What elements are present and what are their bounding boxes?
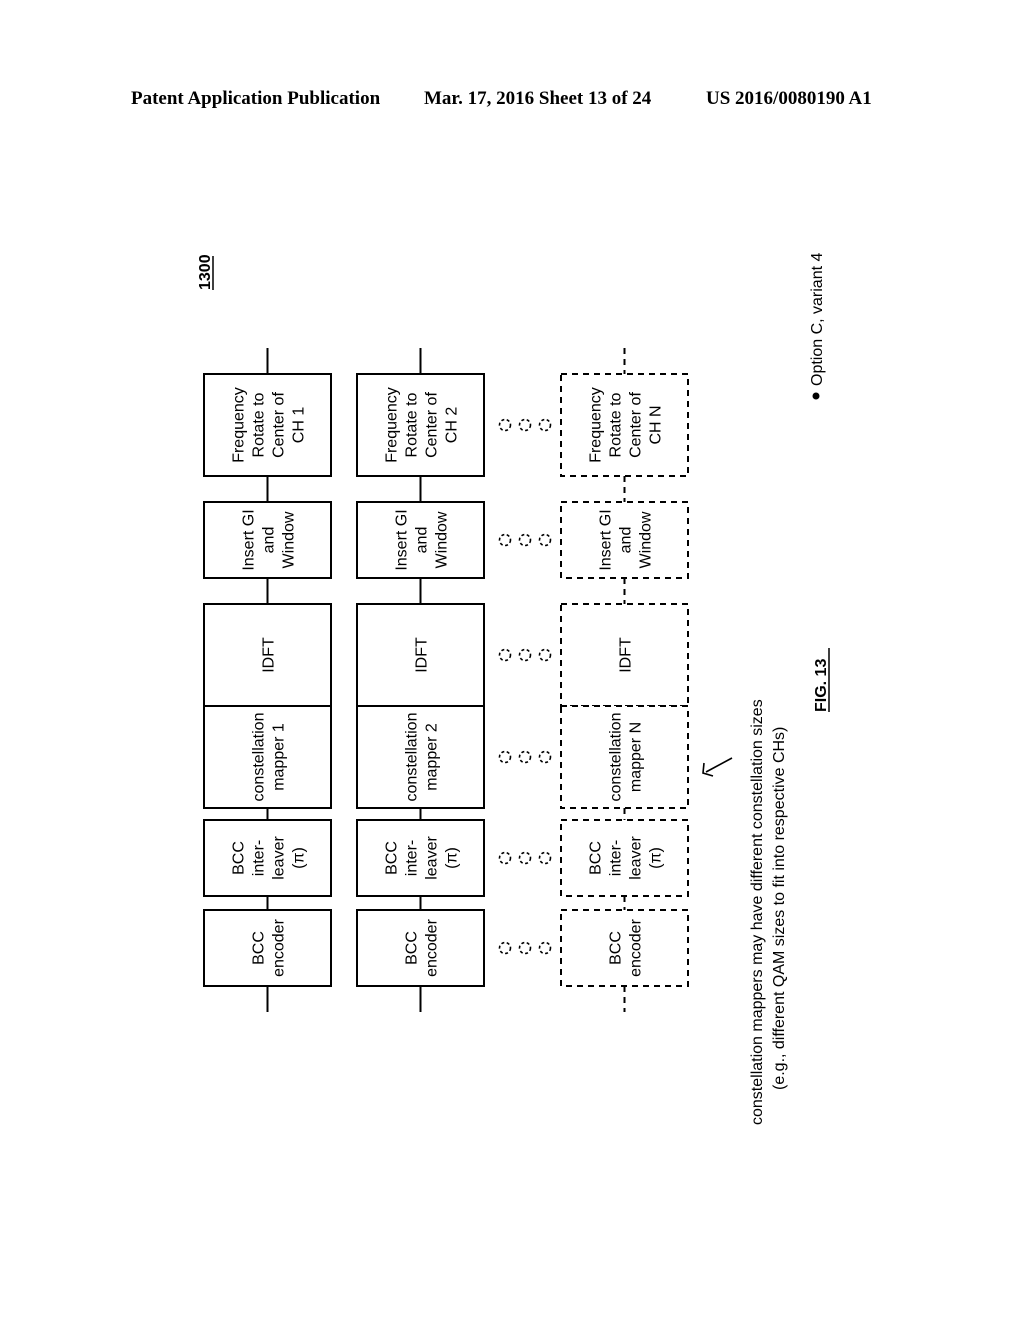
block-label: BCC xyxy=(588,841,605,875)
block-label: leaver xyxy=(271,836,288,880)
block-label: Rotate to xyxy=(608,392,625,457)
block-box xyxy=(203,819,332,897)
block-box xyxy=(356,909,485,987)
block-label: Window xyxy=(434,511,451,568)
block-box xyxy=(203,373,332,477)
block-idft-ch1: IDFT xyxy=(203,603,332,707)
block-label: BCC xyxy=(251,931,268,965)
block-label: mapper 1 xyxy=(271,723,288,791)
continuation-dots-icon xyxy=(498,851,552,865)
block-encoder-ch1: BCC encoder xyxy=(203,909,332,987)
continuation-dots-icon xyxy=(498,418,552,432)
block-idft-chN: IDFT xyxy=(560,603,689,707)
block-label: Window xyxy=(638,511,655,568)
block-gi-chN: Insert GI and Window xyxy=(560,501,689,579)
annotation-line-2: (e.g., different QAM sizes to fit into r… xyxy=(771,727,788,1090)
block-box xyxy=(203,705,332,809)
block-label: BCC xyxy=(384,841,401,875)
block-label: inter- xyxy=(608,840,625,876)
block-label: CH 1 xyxy=(291,407,308,444)
block-label: and xyxy=(261,527,278,554)
continuation-dots-icon xyxy=(498,750,552,764)
chain-chN: Frequency Rotate to Center of CH N Insert GI… xyxy=(560,348,689,1012)
block-gi-ch2: Insert GI and Window xyxy=(356,501,485,579)
block-label: mapper N xyxy=(628,722,645,792)
block-label: IDFT xyxy=(618,637,635,673)
block-label: Insert GI xyxy=(394,509,411,570)
block-label: mapper 2 xyxy=(424,723,441,791)
annotation-line-1: constellation mappers may have different… xyxy=(749,699,766,1125)
block-label: BCC xyxy=(231,841,248,875)
block-mapper-ch2: constellation mapper 2 xyxy=(356,705,485,809)
block-box xyxy=(356,819,485,897)
block-box xyxy=(356,705,485,809)
block-label: (π) xyxy=(444,847,461,869)
block-idft-ch2: IDFT xyxy=(356,603,485,707)
block-rotate-chN: Frequency Rotate to Center of CH N xyxy=(560,373,689,477)
block-label: constellation xyxy=(404,713,421,802)
block-box xyxy=(560,705,689,809)
block-label: Frequency xyxy=(384,387,401,463)
block-label: Rotate to xyxy=(251,392,268,457)
figure-caption: FIG. 13 xyxy=(813,659,830,712)
block-box xyxy=(560,909,689,987)
block-label: (π) xyxy=(291,847,308,869)
block-label: Rotate to xyxy=(404,392,421,457)
block-diagram: 1300 Frequency Rotate to Center of CH 1Inse… xyxy=(197,253,830,1126)
block-box xyxy=(560,373,689,477)
block-label: encoder xyxy=(424,918,441,976)
block-interleaver-ch2: BCC inter-leaver (π) xyxy=(356,819,485,897)
block-label: Center of xyxy=(271,392,288,458)
block-label: IDFT xyxy=(261,637,278,673)
block-box xyxy=(356,373,485,477)
block-label: Insert GI xyxy=(241,509,258,570)
block-label: IDFT xyxy=(414,637,431,673)
block-label: Center of xyxy=(628,392,645,458)
continuation-dots-icon xyxy=(498,648,552,662)
block-label: encoder xyxy=(628,918,645,976)
block-label: inter- xyxy=(404,840,421,876)
continuation-dots-icon xyxy=(498,941,552,955)
block-label: constellation xyxy=(251,713,268,802)
block-label: Insert GI xyxy=(598,509,615,570)
block-encoder-chN: BCC encoder xyxy=(560,909,689,987)
reference-number: 1300 xyxy=(197,254,214,290)
block-label: constellation xyxy=(608,713,625,802)
block-rotate-ch2: Frequency Rotate to Center of CH 2 xyxy=(356,373,485,477)
continuation-dots-icon xyxy=(498,533,552,547)
block-mapper-chN: constellation mapper N xyxy=(560,705,689,809)
block-label: Center of xyxy=(424,392,441,458)
block-label: CH N xyxy=(648,405,665,444)
block-label: and xyxy=(618,527,635,554)
block-label: BCC xyxy=(404,931,421,965)
block-label: encoder xyxy=(271,918,288,976)
annotation-arrow xyxy=(705,757,733,773)
block-interleaver-ch1: BCC inter-leaver (π) xyxy=(203,819,332,897)
block-label: and xyxy=(414,527,431,554)
block-label: CH 2 xyxy=(444,407,461,444)
bullet-note: Option C, variant 4 xyxy=(809,253,826,387)
block-box xyxy=(203,909,332,987)
block-mapper-ch1: constellation mapper 1 xyxy=(203,705,332,809)
block-encoder-ch2: BCC encoder xyxy=(356,909,485,987)
block-label: leaver xyxy=(424,836,441,880)
block-label: Frequency xyxy=(231,387,248,463)
chain-ch2: Frequency Rotate to Center of CH 2 Insert GI… xyxy=(356,348,485,1012)
block-label: Frequency xyxy=(588,387,605,463)
chain-ch1: Frequency Rotate to Center of CH 1 Insert GI… xyxy=(203,348,332,1012)
block-rotate-ch1: Frequency Rotate to Center of CH 1 xyxy=(203,373,332,477)
block-label: inter- xyxy=(251,840,268,876)
block-label: Window xyxy=(281,511,298,568)
block-label: (π) xyxy=(648,847,665,869)
block-label: leaver xyxy=(628,836,645,880)
block-label: BCC xyxy=(608,931,625,965)
block-gi-ch1: Insert GI and Window xyxy=(203,501,332,579)
bullet-icon xyxy=(812,392,820,400)
block-interleaver-chN: BCC inter-leaver (π) xyxy=(560,819,689,897)
block-box xyxy=(560,819,689,897)
